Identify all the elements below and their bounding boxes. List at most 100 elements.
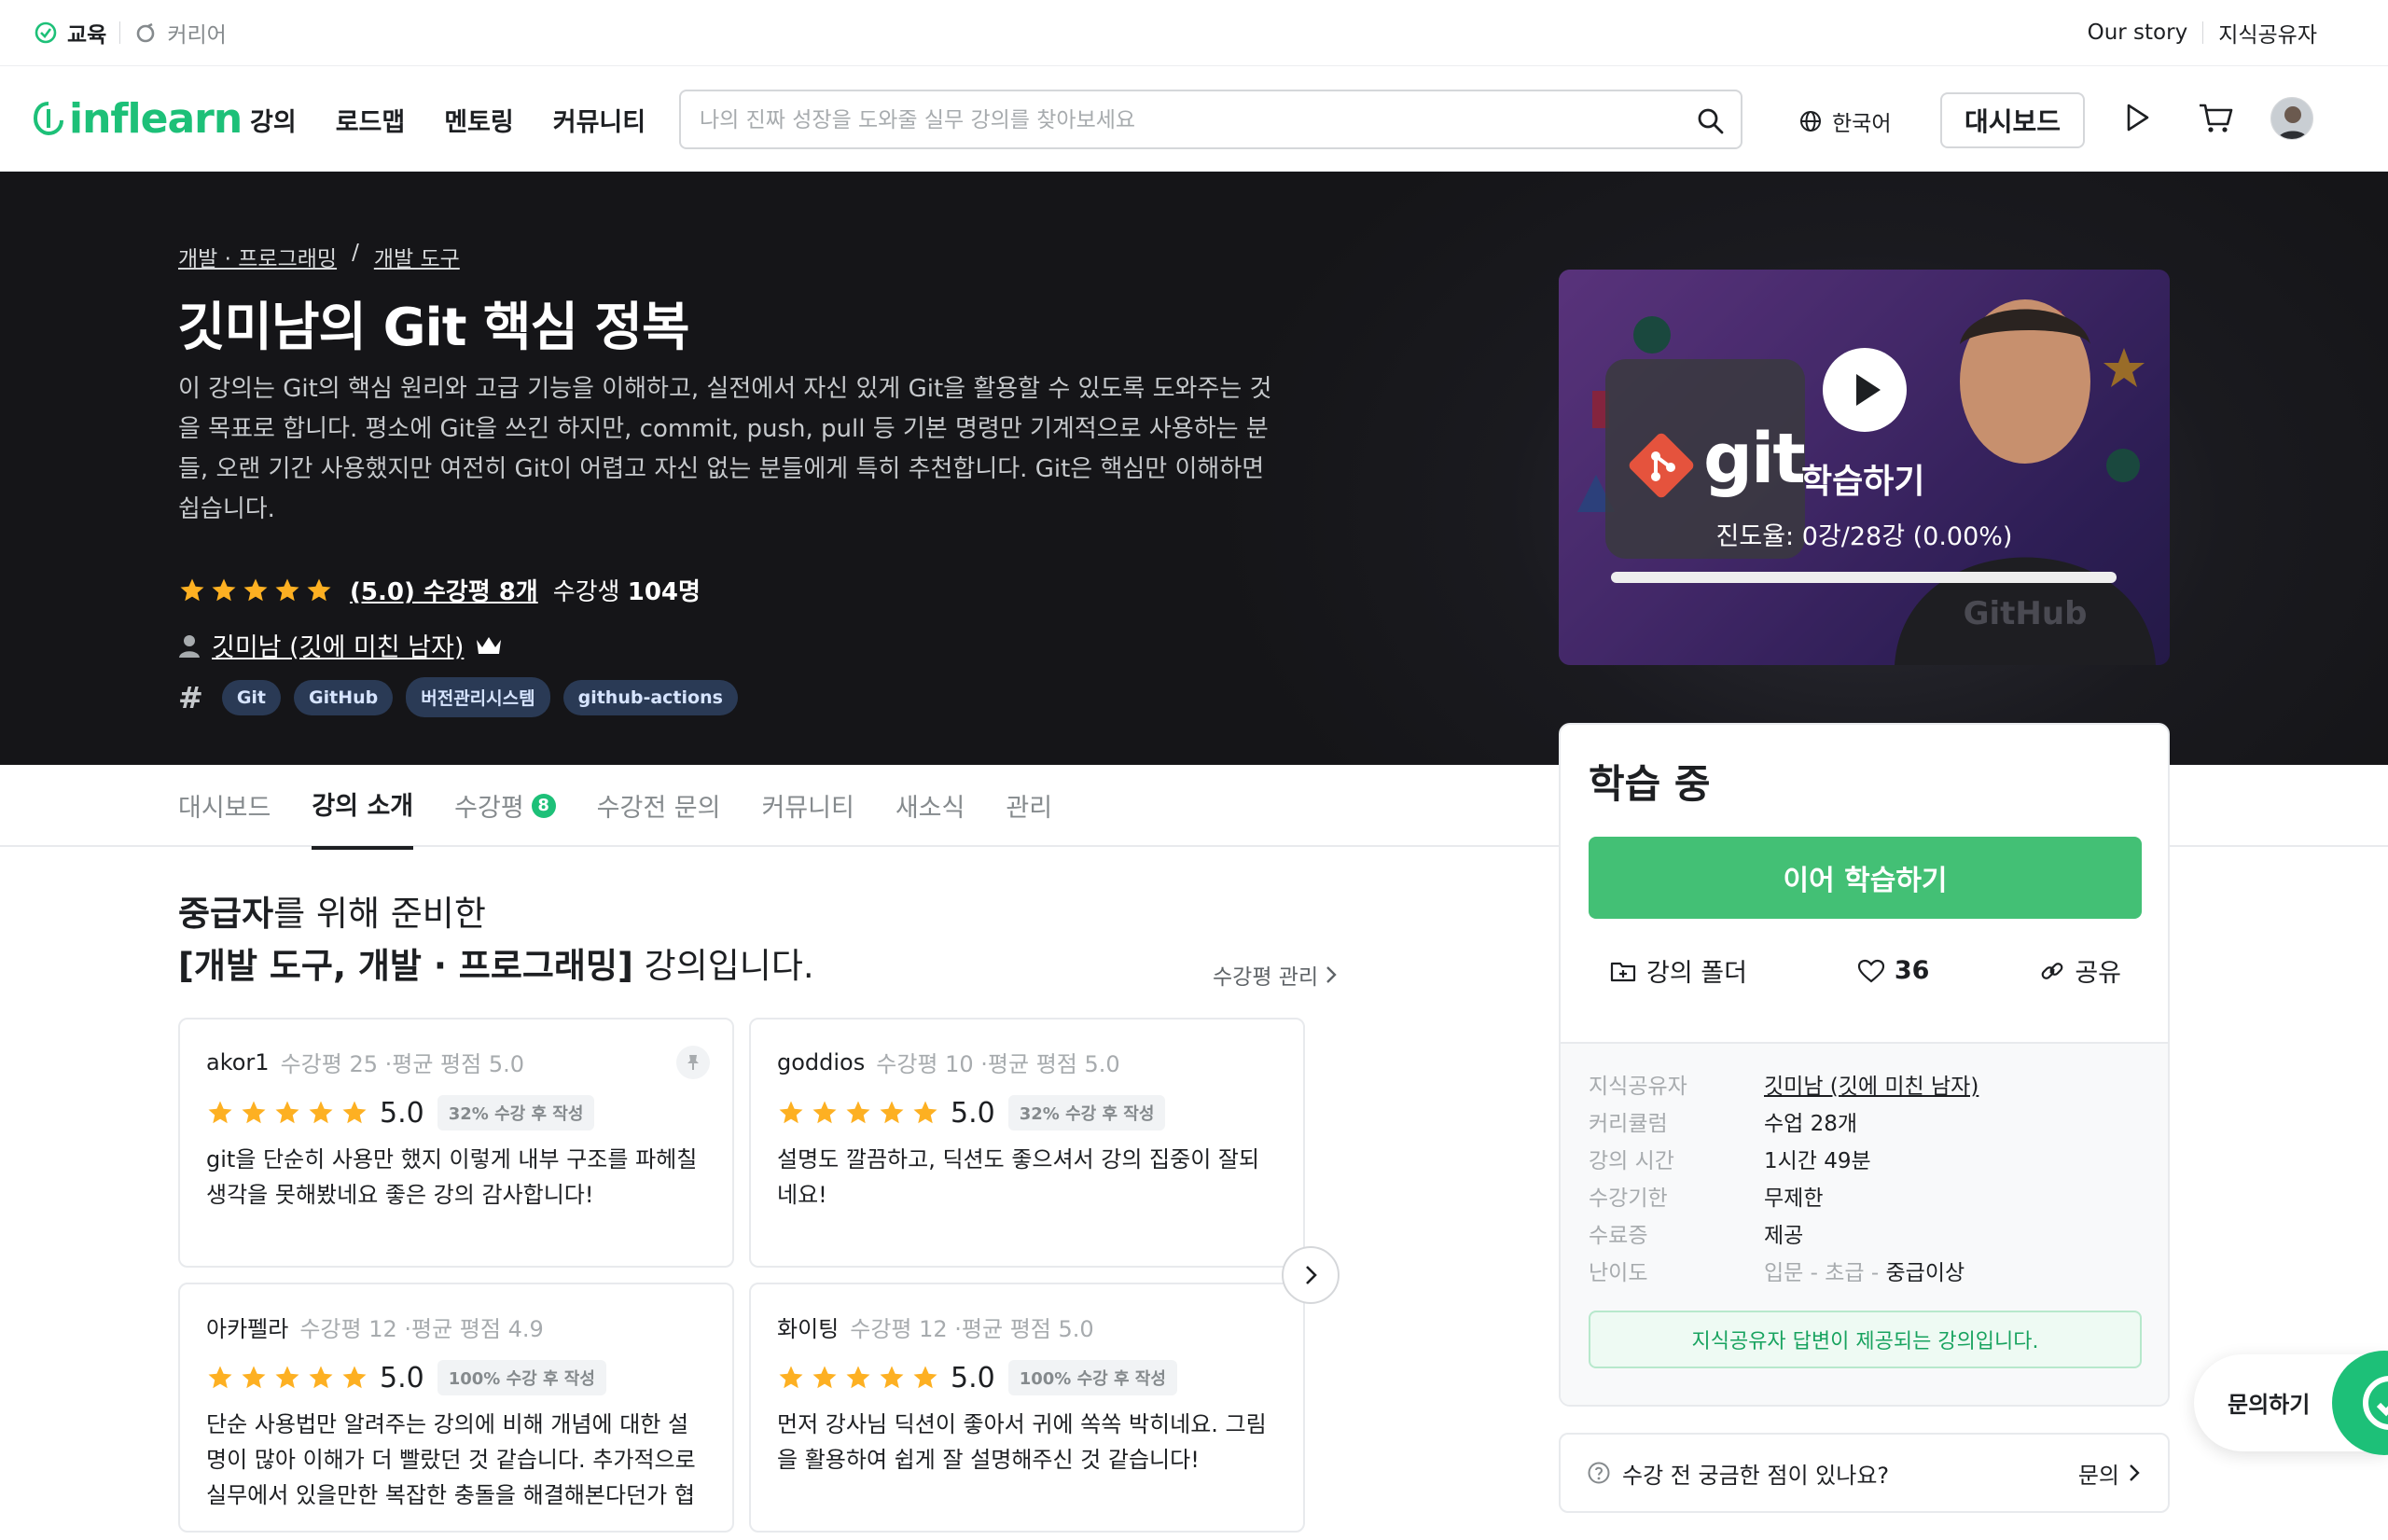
breadcrumb-subcategory[interactable]: 개발 도구 [374,241,460,272]
chat-bubble-icon[interactable] [2332,1351,2388,1455]
logo-mark-icon [33,102,63,136]
inflearn-logo[interactable]: inflearn [32,94,243,143]
star-icon [180,578,204,601]
svg-text:GitHub: GitHub [1964,595,2088,632]
chat-icon [2363,1376,2388,1430]
level-beginner: 입문 [1764,1261,1804,1285]
star-icon [309,1101,333,1124]
career-link[interactable]: 커리어 [133,17,227,49]
star-icon [275,578,299,601]
tag[interactable]: Git [221,679,282,715]
review-user: goddios [777,1048,866,1075]
review-manage-link[interactable]: 수강평 관리 [1213,959,1339,991]
info-row-level: 난이도 입문 - 초급 - 중급이상 [1589,1255,2144,1292]
star-icon [242,1101,266,1124]
instructor-page-link[interactable]: 지식공유자 [2218,17,2317,49]
review-card[interactable]: 화이팅 수강평 12 ·평균 평점 5.0 5.0 100% 수강 후 작성 먼저… [749,1283,1305,1533]
review-card[interactable]: 아카펠라 수강평 12 ·평균 평점 4.9 5.0 100% 수강 후 작성 단… [178,1283,734,1533]
review-card[interactable]: goddios 수강평 10 ·평균 평점 5.0 5.0 32% 수강 후 작성… [749,1018,1305,1268]
tab-news[interactable]: 새소식 [896,785,965,850]
progress-text: 진도율: 0강/28강 (0.00%) [1715,522,2013,551]
intro-line2-rest: 강의입니다. [632,946,814,986]
instructor-link[interactable]: 깃미남 (깃에 미친 남자) [212,627,464,663]
continue-learning-button[interactable]: 이어 학습하기 [1589,837,2142,919]
level-elementary: 초급 [1825,1261,1865,1285]
info-value: 1시간 49분 [1764,1149,1871,1173]
review-rating: 5.0 100% 수강 후 작성 [777,1360,1277,1395]
dashboard-button[interactable]: 대시보드 [1940,92,2085,148]
tag[interactable]: GitHub [294,679,394,715]
info-value: 제공 [1764,1224,1804,1248]
star-icon [880,1101,904,1124]
contact-label: 문의하기 [2228,1392,2311,1418]
person-icon [179,634,200,658]
review-card[interactable]: akor1 수강평 25 ·평균 평점 5.0 5.0 32% 수강 후 작성 g… [178,1018,734,1268]
review-progress-chip: 100% 수강 후 작성 [437,1360,606,1395]
answer-notice: 지식공유자 답변이 제공되는 강의입니다. [1589,1311,2142,1368]
pre-question-box[interactable]: 수강 전 궁금한 점이 있나요? 문의 [1559,1433,2170,1513]
education-link[interactable]: 교육 [34,17,106,49]
play-icon[interactable] [2117,98,2157,137]
learn-label: 학습하기 [1801,463,1925,501]
inquiry-link[interactable]: 문의 [2078,1457,2119,1490]
breadcrumb-separator: / [352,241,359,265]
info-row-certificate: 수료증 제공 [1589,1217,2144,1255]
tab-community[interactable]: 커뮤니티 [761,785,854,850]
share-button[interactable]: 공유 [2019,952,2142,989]
review-user-meta: 수강평 25 ·평균 평점 5.0 [280,1051,524,1077]
hashtag-icon: # [178,679,203,715]
info-value: 수업 28개 [1764,1112,1858,1136]
star-icon [212,578,236,601]
cart-icon[interactable] [2196,98,2235,137]
info-value: 무제한 [1764,1186,1824,1211]
tag[interactable]: 버전관리시스템 [406,677,550,717]
info-key: 난이도 [1589,1261,1648,1285]
nav-item-mentoring[interactable]: 멘토링 [444,102,514,138]
search-input[interactable] [700,104,1670,136]
star-icon [913,1101,937,1124]
tab-reviews[interactable]: 수강평 8 [454,785,556,850]
review-next-button[interactable] [1282,1246,1340,1304]
star-icon [208,1101,232,1124]
intro-line1-rest: 를 위해 준비한 [273,894,486,934]
tab-introduction[interactable]: 강의 소개 [312,785,414,850]
breadcrumb-category[interactable]: 개발 · 프로그래밍 [178,241,337,272]
git-logo-icon [1629,433,1694,498]
review-body: git을 단순히 사용만 했지 이렇게 내부 구조를 파헤칠 생각을 못해봤네요… [206,1146,698,1208]
pin-icon [676,1046,710,1079]
divider [119,21,121,44]
enrollment-panel: 학습 중 이어 학습하기 강의 폴더 36 공유 지식공유자 깃미남 (깃에 미친… [1559,723,2170,1407]
info-key: 수료증 [1589,1224,1648,1248]
star-icon [846,1101,870,1124]
tag[interactable]: github-actions [562,679,738,715]
review-user: 화이팅 [777,1316,840,1342]
tab-label: 수강평 [454,794,524,823]
divider [2202,21,2204,44]
nav-item-community[interactable]: 커뮤니티 [553,102,646,138]
review-score: 5.0 [380,1361,424,1394]
nav-item-courses[interactable]: 강의 [250,102,297,138]
course-video-thumbnail[interactable]: GitHub git 학습하기 진도율: 0강/28강 (0.00%) [1559,270,2170,665]
tab-dashboard[interactable]: 대시보드 [178,785,271,850]
intro-level: 중급자 [178,894,274,934]
instructor-name-link[interactable]: 깃미남 (깃에 미친 남자) [1764,1075,1978,1099]
avatar[interactable] [2270,97,2313,140]
tab-pre-questions[interactable]: 수강전 문의 [597,785,721,850]
review-user-meta: 수강평 12 ·평균 평점 4.9 [299,1316,544,1342]
tab-label: 강의 소개 [312,792,414,821]
search-icon[interactable] [1696,106,1726,136]
chevron-right-icon [2130,1464,2140,1481]
our-story-link[interactable]: Our story [2088,21,2188,45]
like-button[interactable]: 36 [1837,952,1951,989]
nav-item-roadmap[interactable]: 로드맵 [336,102,406,138]
review-count-link[interactable]: (5.0) 수강평 8개 [350,573,538,607]
review-user-meta: 수강평 10 ·평균 평점 5.0 [876,1051,1120,1077]
language-selector[interactable]: 한국어 [1798,105,1891,137]
star-icon [779,1101,803,1124]
play-button[interactable] [1823,348,1907,432]
star-rating [178,576,333,604]
course-folder-button[interactable]: 강의 폴더 [1589,952,1768,989]
students-value: 104명 [627,578,701,606]
instructor-photo-icon: GitHub [1895,299,2156,665]
tab-manage[interactable]: 관리 [1006,785,1052,850]
